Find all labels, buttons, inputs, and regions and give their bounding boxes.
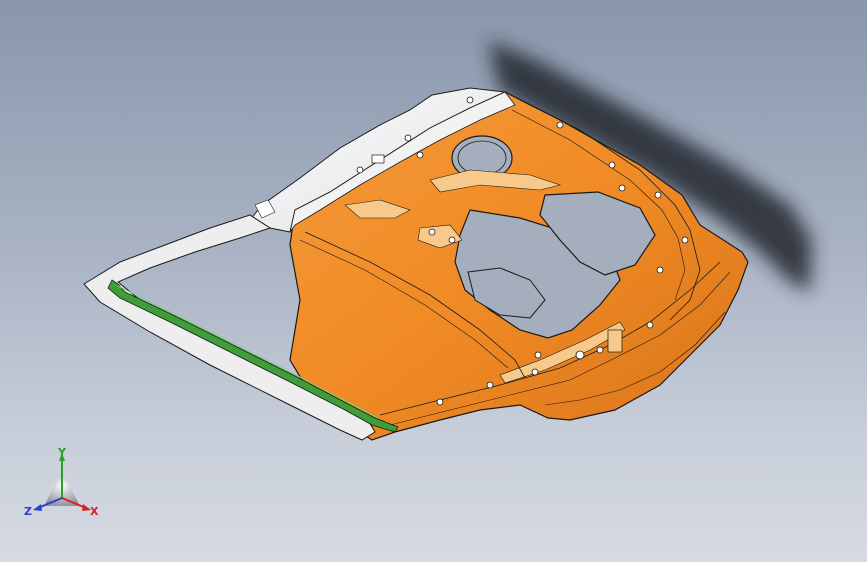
car-door-model[interactable] — [0, 0, 867, 562]
y-axis-label: Y — [57, 448, 67, 459]
axis-triad: Y X Z — [24, 448, 99, 518]
z-axis-arrow-icon — [33, 504, 42, 511]
x-axis-label: X — [90, 505, 99, 518]
z-axis-label: Z — [24, 505, 32, 518]
graphics-viewport[interactable]: Y X Z — [0, 0, 867, 562]
